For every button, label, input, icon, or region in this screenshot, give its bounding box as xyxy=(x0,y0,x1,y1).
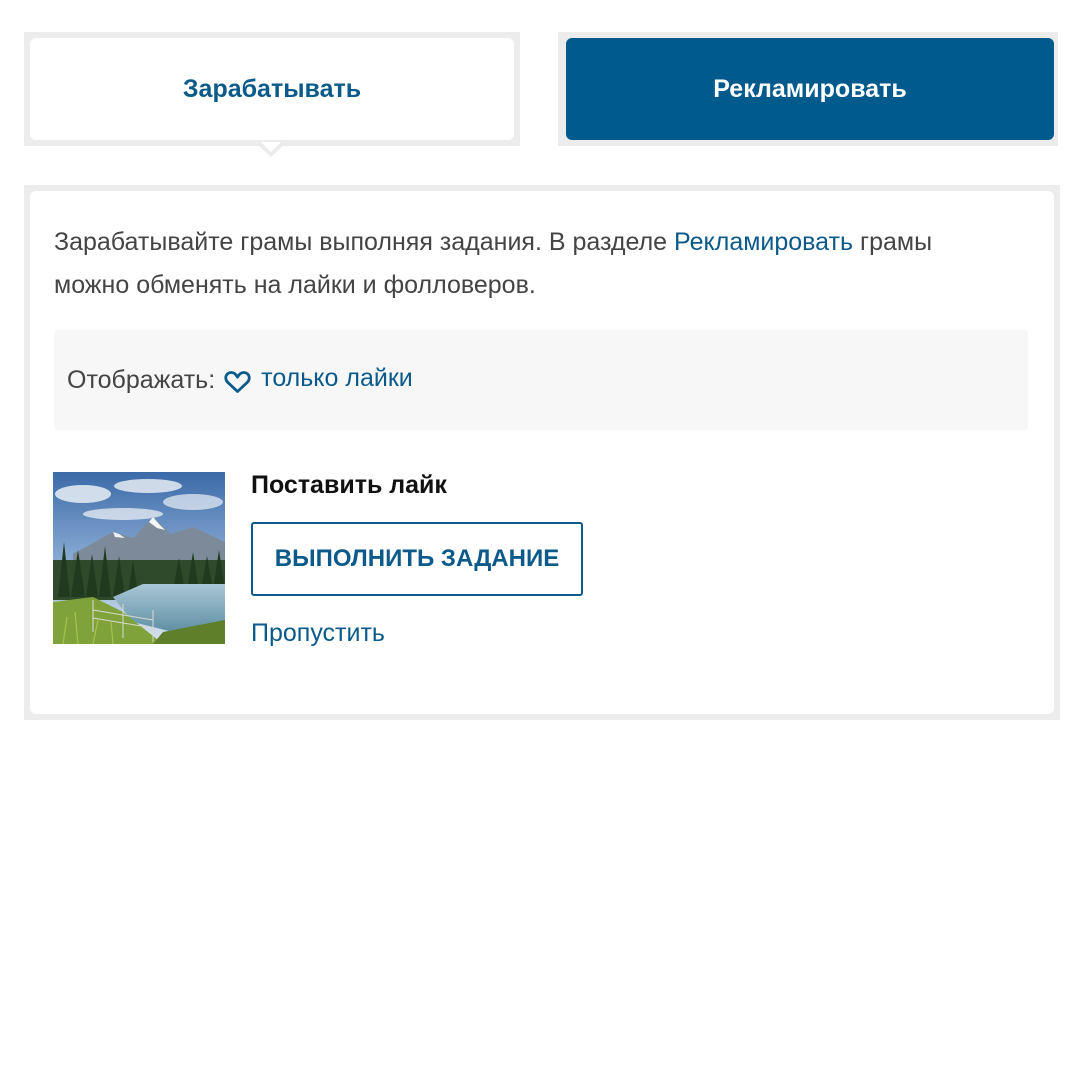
tab-advertise-frame: Рекламировать xyxy=(558,32,1058,146)
tab-earn[interactable]: Зарабатывать xyxy=(30,38,514,140)
skip-link[interactable]: Пропустить xyxy=(251,619,385,648)
filter-dropdown[interactable]: только лайки xyxy=(261,364,413,393)
tab-advertise-label: Рекламировать xyxy=(713,74,907,103)
page: Зарабатывать Рекламировать Зарабатывайте… xyxy=(0,0,1080,1080)
tab-earn-label: Зарабатывать xyxy=(182,74,362,103)
task-title: Поставить лайк xyxy=(251,471,447,499)
advertise-link[interactable]: Рекламировать xyxy=(674,228,853,256)
filter-label: Отображать: xyxy=(67,365,216,394)
active-tab-pointer xyxy=(257,142,285,157)
tab-earn-frame: Зарабатывать xyxy=(24,32,520,146)
intro-text: Зарабатывайте грамы выполняя задания. В … xyxy=(54,221,1014,307)
filter-bar: Отображать: только лайки xyxy=(54,330,1028,430)
tab-advertise[interactable]: Рекламировать xyxy=(566,38,1054,140)
intro-text-before: Зарабатывайте грамы выполняя задания. В … xyxy=(54,228,675,256)
do-task-button[interactable]: ВЫПОЛНИТЬ ЗАДАНИЕ xyxy=(251,522,583,596)
task-post-image xyxy=(53,472,225,644)
heart-outline-icon xyxy=(224,370,251,394)
earn-panel-frame: Зарабатывайте грамы выполняя задания. В … xyxy=(24,185,1060,720)
earn-panel: Зарабатывайте грамы выполняя задания. В … xyxy=(30,191,1054,714)
